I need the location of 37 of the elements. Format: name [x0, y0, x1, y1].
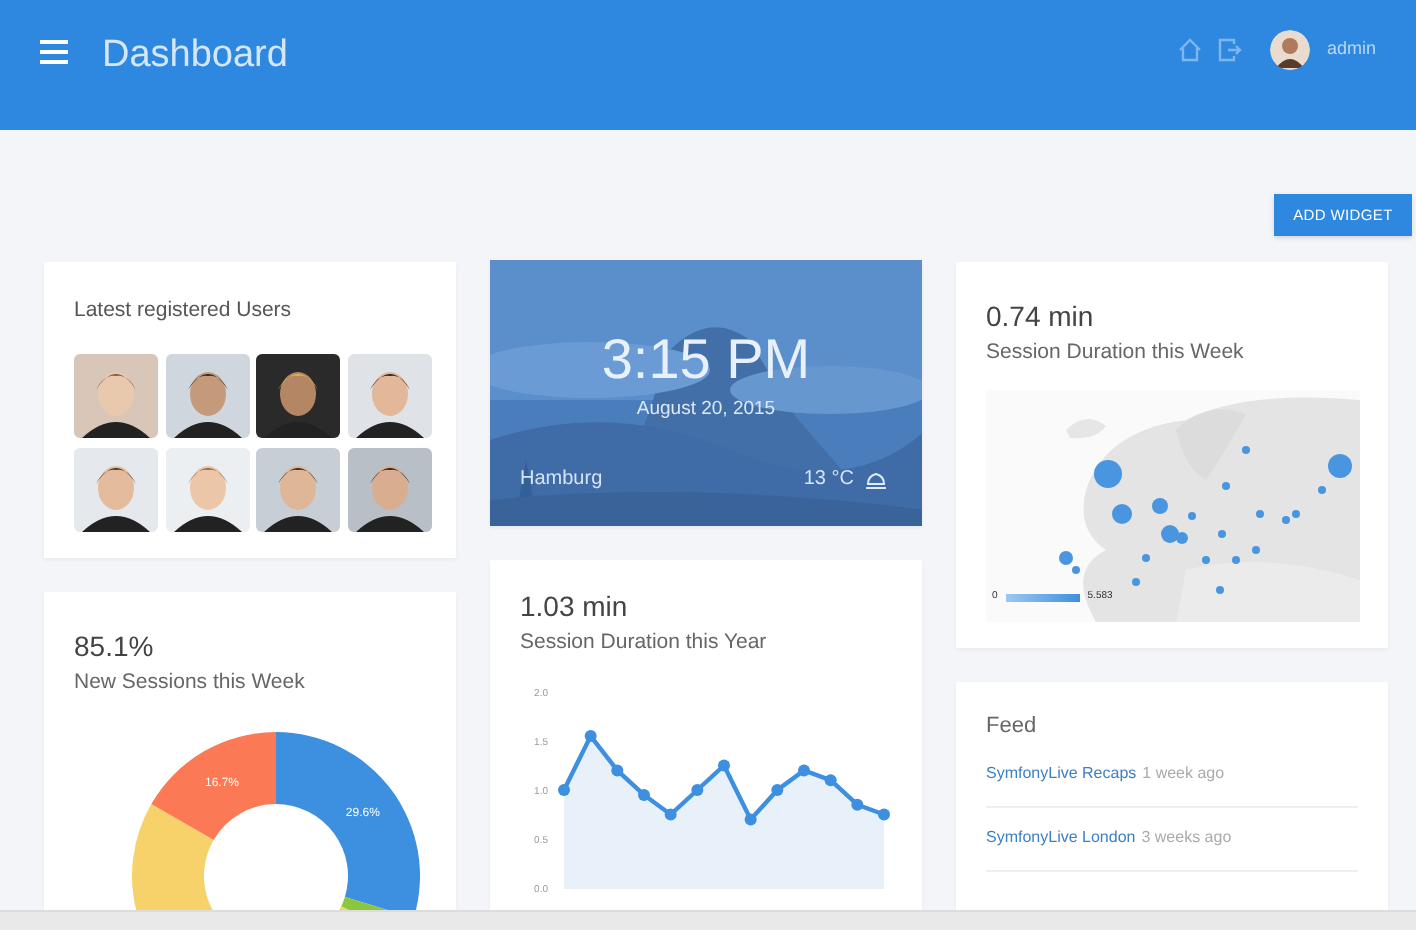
data-point — [798, 763, 810, 776]
feed-link[interactable]: SymfonyLive Recaps — [986, 763, 1137, 781]
data-point — [664, 808, 677, 820]
feed-time: 1 week ago — [1142, 763, 1225, 781]
clock-date: August 20, 2015 — [636, 396, 776, 424]
page-title: Dashboard — [102, 32, 288, 80]
exit-icon[interactable] — [1218, 38, 1243, 62]
data-point — [558, 783, 570, 796]
menu-icon[interactable] — [40, 40, 68, 64]
data-point — [771, 783, 784, 796]
feed-link[interactable]: SymfonyLive London — [986, 827, 1136, 845]
data-point — [718, 759, 730, 771]
avatar-icon — [1270, 30, 1311, 70]
data-point — [611, 763, 624, 776]
weather-icon — [864, 469, 888, 489]
city-name: Hamburg — [520, 466, 603, 494]
stat-value: 1.03 min — [520, 588, 630, 626]
clock-time: 3:15 PM — [601, 332, 811, 388]
home-icon[interactable] — [1178, 38, 1203, 62]
legend-bar — [1005, 594, 1080, 602]
data-point — [824, 773, 837, 786]
data-point — [878, 808, 890, 820]
data-point — [851, 798, 864, 811]
data-point — [584, 729, 597, 742]
temperature: 13 °C — [803, 466, 854, 494]
stat-value: 0.74 min — [986, 298, 1096, 336]
data-point — [638, 788, 650, 801]
stat-label: New Sessions this Week — [74, 668, 307, 698]
card-title: Feed — [986, 712, 1039, 742]
card-title: Latest registered Users — [74, 296, 294, 326]
user-name[interactable]: admin — [1326, 36, 1376, 64]
stat-label: Session Duration this Week — [986, 338, 1246, 368]
data-point — [744, 812, 757, 825]
stat-label: Session Duration this Year — [520, 628, 769, 658]
feed-time: 3 weeks ago — [1141, 827, 1232, 845]
data-point — [691, 783, 704, 796]
stat-value: 85.1% — [74, 628, 156, 666]
